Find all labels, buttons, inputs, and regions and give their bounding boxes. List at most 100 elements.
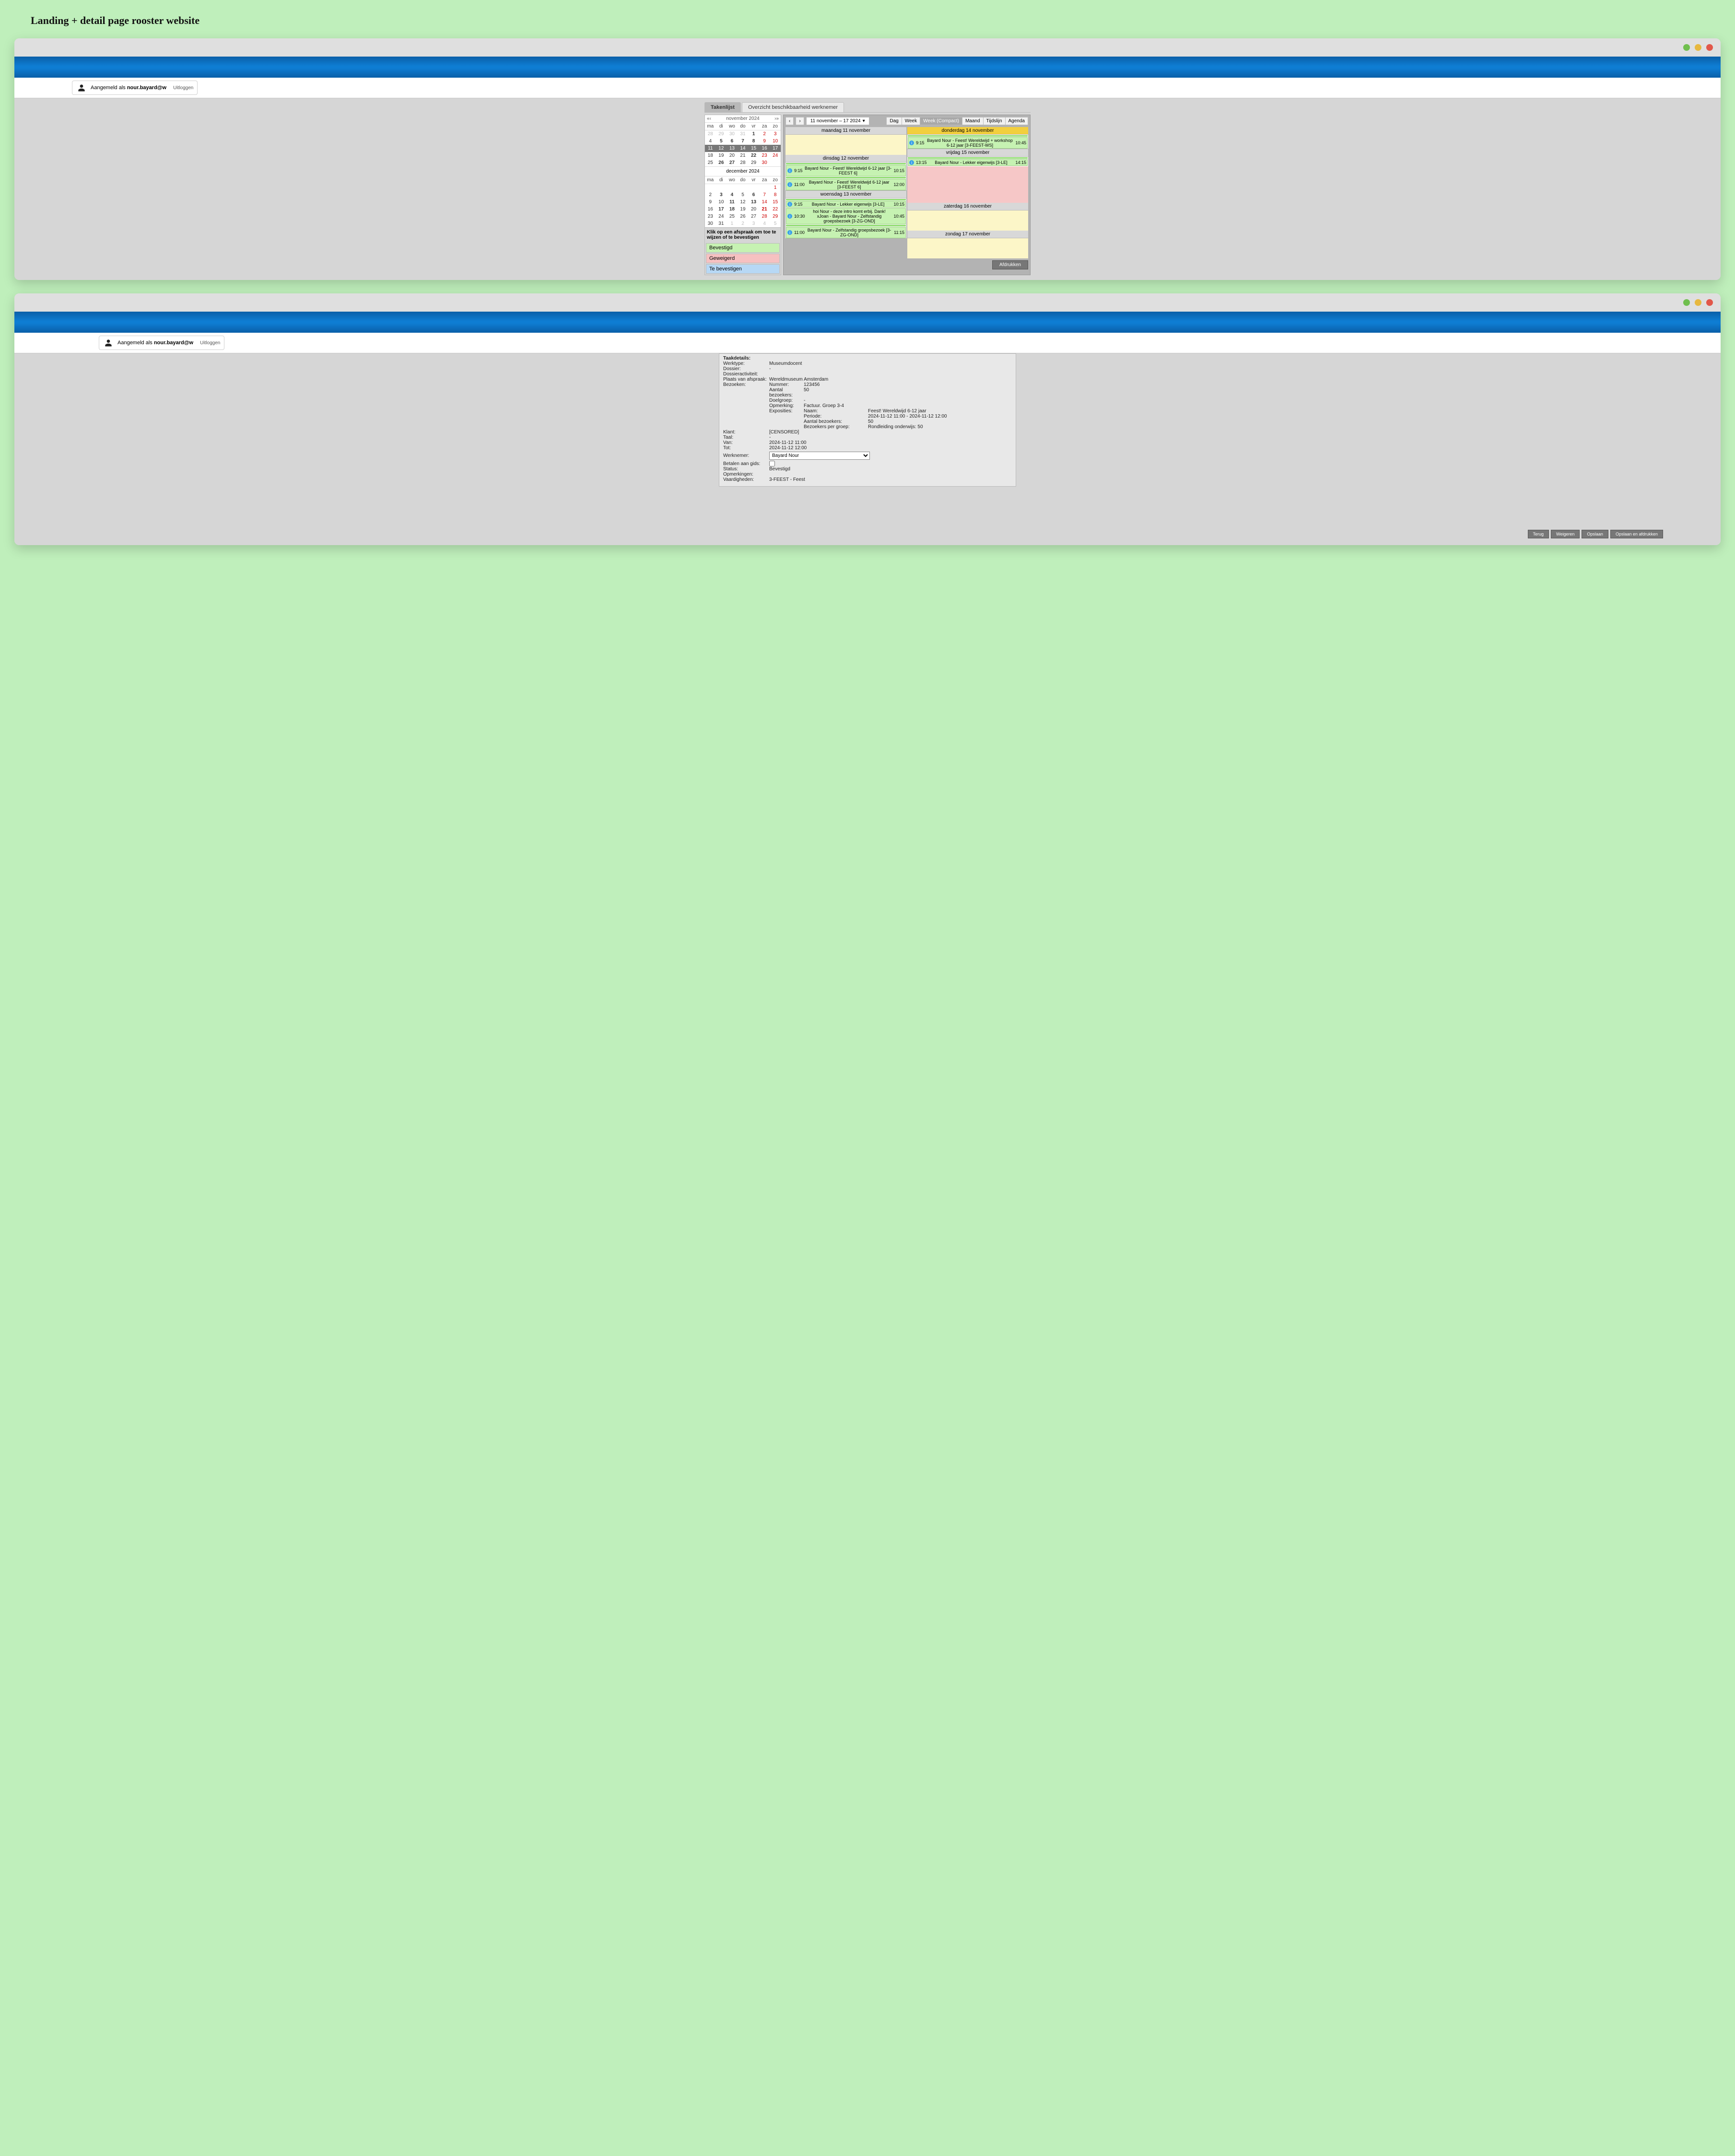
- cal-day[interactable]: 2: [705, 191, 716, 198]
- employee-select[interactable]: Bayard Nour: [769, 452, 870, 460]
- view-timeline[interactable]: Tijdslijn: [984, 117, 1006, 125]
- cal-day[interactable]: 8: [748, 138, 759, 145]
- cal-day[interactable]: 18: [727, 206, 738, 213]
- cal-day[interactable]: 1: [770, 184, 781, 192]
- cal-day[interactable]: [759, 184, 770, 192]
- cal-day[interactable]: 23: [759, 152, 770, 159]
- nav-prev-button[interactable]: ‹: [785, 117, 794, 125]
- cal-day[interactable]: 10: [716, 198, 727, 206]
- cal-day[interactable]: 5: [770, 220, 781, 227]
- cal-day[interactable]: 11: [705, 145, 716, 152]
- cal-day[interactable]: 15: [748, 145, 759, 152]
- cal-day[interactable]: 20: [727, 152, 738, 159]
- cal-last[interactable]: »: [776, 116, 779, 121]
- cal-day[interactable]: 31: [738, 130, 749, 138]
- refuse-button[interactable]: Weigeren: [1551, 530, 1580, 538]
- cal-day[interactable]: 5: [738, 191, 749, 198]
- cal-day[interactable]: 14: [759, 198, 770, 206]
- event[interactable]: i 11:00 Bayard Nour - Feest! Wereldwijd …: [786, 179, 906, 190]
- cal-day[interactable]: 8: [770, 191, 781, 198]
- tab-availability[interactable]: Overzicht beschikbaarheid werknemer: [742, 102, 844, 112]
- cal-day[interactable]: 26: [738, 213, 749, 220]
- cal-day[interactable]: 1: [727, 220, 738, 227]
- cal-day[interactable]: 5: [716, 138, 727, 145]
- cal-day[interactable]: 17: [716, 206, 727, 213]
- cal-day[interactable]: 21: [738, 152, 749, 159]
- cal-day[interactable]: 4: [705, 138, 716, 145]
- cal-day[interactable]: 28: [759, 213, 770, 220]
- event[interactable]: i 9:15 Bayard Nour - Lekker eigenwijs [3…: [786, 201, 906, 208]
- cal-day[interactable]: 22: [748, 152, 759, 159]
- cal-day[interactable]: 29: [748, 159, 759, 166]
- cal-day[interactable]: 13: [748, 198, 759, 206]
- cal-day[interactable]: 7: [759, 191, 770, 198]
- event[interactable]: i 10:30 hoi Nour - deze intro komt erbij…: [786, 208, 906, 224]
- cal-day[interactable]: 24: [716, 213, 727, 220]
- cal-day[interactable]: 17: [770, 145, 781, 152]
- cal-day[interactable]: 21: [759, 206, 770, 213]
- view-week[interactable]: Week: [902, 117, 920, 125]
- logout-link[interactable]: Uitloggen: [200, 340, 220, 346]
- event[interactable]: i 11:00 Bayard Nour - Zelfstandig groeps…: [786, 227, 906, 238]
- tab-tasklist[interactable]: Takenlijst: [704, 102, 741, 112]
- cal-day[interactable]: 16: [759, 145, 770, 152]
- cal-day[interactable]: [738, 184, 749, 192]
- event[interactable]: i 13:15 Bayard Nour - Lekker eigenwijs […: [908, 159, 1028, 166]
- cal-day[interactable]: 4: [727, 191, 738, 198]
- cal-day[interactable]: [716, 184, 727, 192]
- date-range-picker[interactable]: 11 november – 17 2024 ▾: [806, 117, 869, 125]
- cal-day[interactable]: 9: [759, 138, 770, 145]
- event[interactable]: i 9:15 Bayard Nour - Feest! Wereldwijd +…: [908, 137, 1028, 149]
- cal-day[interactable]: 19: [716, 152, 727, 159]
- view-day[interactable]: Dag: [886, 117, 902, 125]
- print-button[interactable]: Afdrukken: [992, 260, 1028, 269]
- cal-day[interactable]: 26: [716, 159, 727, 166]
- cal-day[interactable]: 30: [727, 130, 738, 138]
- cal-day[interactable]: 6: [727, 138, 738, 145]
- cal-day[interactable]: 4: [759, 220, 770, 227]
- cal-day[interactable]: 31: [716, 220, 727, 227]
- cal-day[interactable]: 23: [705, 213, 716, 220]
- cal-day[interactable]: 7: [738, 138, 749, 145]
- cal-day[interactable]: 12: [716, 145, 727, 152]
- cal-day[interactable]: [705, 184, 716, 192]
- view-week-compact[interactable]: Week (Compact): [920, 117, 962, 125]
- cal-december[interactable]: madiwodovrzazo12345678910111213141516171…: [705, 176, 781, 227]
- cal-day[interactable]: 30: [759, 159, 770, 166]
- cal-day[interactable]: 11: [727, 198, 738, 206]
- save-print-button[interactable]: Opslaan en afdrukken: [1610, 530, 1663, 538]
- cal-day[interactable]: 1: [748, 130, 759, 138]
- cal-day[interactable]: 25: [705, 159, 716, 166]
- cal-day[interactable]: 14: [738, 145, 749, 152]
- cal-day[interactable]: 16: [705, 206, 716, 213]
- cal-november[interactable]: madiwodovrzazo28293031123456789101112131…: [705, 123, 781, 166]
- view-month[interactable]: Maand: [962, 117, 984, 125]
- cal-day[interactable]: [748, 184, 759, 192]
- cal-day[interactable]: 13: [727, 145, 738, 152]
- cal-day[interactable]: 22: [770, 206, 781, 213]
- cal-day[interactable]: 24: [770, 152, 781, 159]
- cal-day[interactable]: 15: [770, 198, 781, 206]
- cal-day[interactable]: 20: [748, 206, 759, 213]
- cal-day[interactable]: 30: [705, 220, 716, 227]
- cal-day[interactable]: 27: [748, 213, 759, 220]
- event[interactable]: i 9:15 Bayard Nour - Feest! Wereldwijd 6…: [786, 165, 906, 176]
- cal-day[interactable]: 3: [716, 191, 727, 198]
- cal-day[interactable]: 2: [759, 130, 770, 138]
- cal-day[interactable]: 9: [705, 198, 716, 206]
- cal-day[interactable]: 19: [738, 206, 749, 213]
- nav-next-button[interactable]: ›: [796, 117, 804, 125]
- cal-day[interactable]: 29: [770, 213, 781, 220]
- cal-day[interactable]: 3: [770, 130, 781, 138]
- cal-day[interactable]: 28: [738, 159, 749, 166]
- logout-link[interactable]: Uitloggen: [173, 85, 193, 91]
- cal-day[interactable]: 2: [738, 220, 749, 227]
- back-button[interactable]: Terug: [1528, 530, 1549, 538]
- cal-day[interactable]: 29: [716, 130, 727, 138]
- view-agenda[interactable]: Agenda: [1006, 117, 1028, 125]
- cal-day[interactable]: [727, 184, 738, 192]
- cal-day[interactable]: 18: [705, 152, 716, 159]
- cal-day[interactable]: 12: [738, 198, 749, 206]
- pay-guide-checkbox[interactable]: [769, 461, 775, 466]
- cal-day[interactable]: [770, 159, 781, 166]
